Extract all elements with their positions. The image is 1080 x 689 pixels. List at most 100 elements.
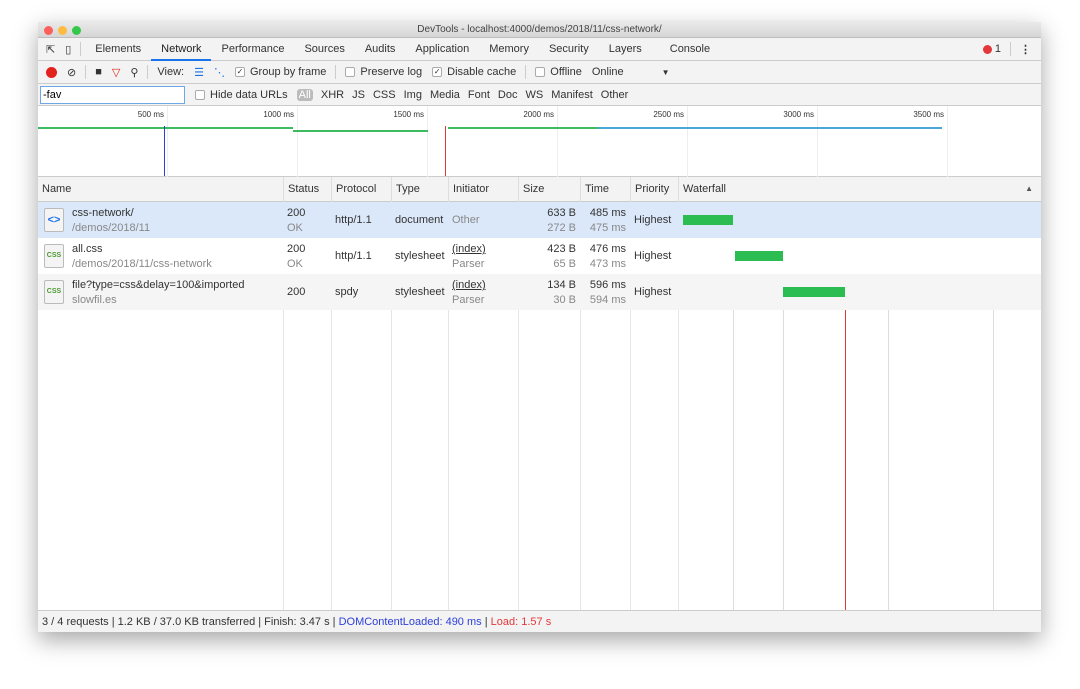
filter-type-doc[interactable]: Doc bbox=[498, 89, 518, 101]
name-cell: CSS all.css/demos/2018/11/css-network bbox=[38, 238, 283, 274]
group-by-frame-checkbox[interactable]: ✓ Group by frame bbox=[234, 66, 326, 78]
tab-memory[interactable]: Memory bbox=[479, 38, 539, 61]
filter-type-js[interactable]: JS bbox=[352, 89, 365, 101]
search-icon[interactable]: ⚲ bbox=[130, 66, 138, 79]
tab-network[interactable]: Network bbox=[151, 38, 212, 61]
inspect-element-icon[interactable]: ⇱ bbox=[46, 43, 55, 56]
size-resource: 65 B bbox=[553, 258, 576, 270]
tab-application[interactable]: Application bbox=[405, 38, 479, 61]
filter-type-img[interactable]: Img bbox=[404, 89, 422, 101]
tab-audits[interactable]: Audits bbox=[355, 38, 406, 61]
status-bar: 3 / 4 requests | 1.2 KB / 37.0 KB transf… bbox=[38, 610, 1041, 632]
sort-ascending-icon[interactable]: ▲ bbox=[1025, 184, 1033, 193]
capture-screenshots-icon[interactable]: ■ bbox=[95, 66, 102, 78]
chevron-down-icon: ▼ bbox=[661, 67, 670, 77]
overview-tick-label: 3000 ms bbox=[783, 110, 814, 119]
large-rows-icon[interactable]: ☰ bbox=[194, 66, 204, 79]
name-cell: CSS file?type=css&delay=100&imported slowf… bbox=[38, 274, 283, 310]
column-header-protocol[interactable]: Protocol bbox=[331, 177, 391, 202]
tab-console[interactable]: Console bbox=[660, 38, 720, 61]
overview-icon[interactable]: ⋱ bbox=[214, 66, 225, 79]
request-name[interactable]: css-network/ bbox=[72, 206, 279, 221]
priority-cell: Highest bbox=[634, 286, 672, 298]
tab-performance[interactable]: Performance bbox=[211, 38, 294, 61]
close-button[interactable] bbox=[44, 26, 53, 35]
devtools-window: DevTools - localhost:4000/demos/2018/11/… bbox=[38, 22, 1041, 632]
divider bbox=[147, 65, 149, 79]
table-row[interactable]: CSS file?type=css&delay=100&imported slowf… bbox=[38, 274, 1041, 310]
column-header-status[interactable]: Status bbox=[283, 177, 331, 202]
tab-sources[interactable]: Sources bbox=[294, 38, 354, 61]
hide-data-urls-checkbox[interactable]: Hide data URLs bbox=[195, 89, 288, 101]
filter-type-ws[interactable]: WS bbox=[525, 89, 543, 101]
filter-type-css[interactable]: CSS bbox=[373, 89, 396, 101]
overview-request-bar bbox=[448, 127, 598, 129]
overview-gridline bbox=[297, 106, 298, 177]
initiator-link[interactable]: (index) bbox=[452, 242, 514, 257]
filter-input[interactable] bbox=[40, 85, 185, 104]
protocol-cell: http/1.1 bbox=[335, 214, 372, 226]
status-cell: 200 bbox=[283, 274, 331, 310]
column-header-initiator[interactable]: Initiator bbox=[448, 177, 518, 202]
column-header-priority[interactable]: Priority bbox=[630, 177, 678, 202]
size-transferred: 423 B bbox=[547, 243, 576, 255]
error-counter[interactable]: 1 bbox=[982, 43, 1001, 55]
network-overview[interactable]: 500 ms 1000 ms 1500 ms 2000 ms 2500 ms 3000 m… bbox=[38, 106, 1041, 177]
overview-tick-label: 3500 ms bbox=[913, 110, 944, 119]
initiator-cell: (index) Parser bbox=[448, 274, 518, 310]
record-button[interactable] bbox=[46, 66, 57, 78]
column-header-size[interactable]: Size bbox=[518, 177, 580, 202]
overview-tick-label: 1500 ms bbox=[393, 110, 424, 119]
column-header-waterfall[interactable]: Waterfall bbox=[678, 177, 1041, 202]
panel-tabs: ⇱ ▯ Elements Network Performance Sources Aud… bbox=[38, 38, 1041, 61]
status-text: OK bbox=[287, 222, 303, 234]
view-label: View: bbox=[157, 66, 185, 78]
filter-type-font[interactable]: Font bbox=[468, 89, 490, 101]
more-menu-icon[interactable]: ⋮ bbox=[1020, 43, 1031, 56]
time-cell: 596 ms 594 ms bbox=[580, 274, 630, 310]
table-row[interactable]: <> css-network//demos/2018/11 200 OK http/1.… bbox=[38, 202, 1041, 238]
overview-request-bar bbox=[293, 130, 428, 132]
tab-elements[interactable]: Elements bbox=[85, 38, 151, 61]
filter-type-xhr[interactable]: XHR bbox=[321, 89, 344, 101]
clear-icon[interactable]: ⊘ bbox=[67, 66, 76, 79]
request-path: /demos/2018/11 bbox=[72, 222, 151, 234]
offline-checkbox[interactable]: Offline bbox=[535, 66, 582, 78]
request-name[interactable]: file?type=css&delay=100&imported bbox=[72, 278, 279, 293]
overview-request-bar bbox=[38, 127, 293, 129]
overview-tick-label: 2500 ms bbox=[653, 110, 684, 119]
table-header: Name Status Protocol Type Initiator Size Time P… bbox=[38, 177, 1041, 202]
tab-security[interactable]: Security bbox=[539, 38, 599, 61]
waterfall-bar[interactable] bbox=[735, 251, 783, 261]
window-title: DevTools - localhost:4000/demos/2018/11/… bbox=[417, 24, 662, 35]
column-header-time[interactable]: Time bbox=[580, 177, 630, 202]
filter-icon[interactable]: ▽ bbox=[112, 66, 120, 79]
name-cell: <> css-network//demos/2018/11 bbox=[38, 202, 283, 238]
filter-type-media[interactable]: Media bbox=[430, 89, 460, 101]
device-toolbar-icon[interactable]: ▯ bbox=[65, 43, 71, 56]
filter-type-all[interactable]: All bbox=[296, 88, 313, 101]
throttling-select[interactable]: Online ▼ bbox=[592, 66, 670, 78]
disable-cache-checkbox[interactable]: ✓ Disable cache bbox=[432, 66, 516, 78]
filter-type-other[interactable]: Other bbox=[601, 89, 629, 101]
status-code: 200 bbox=[287, 207, 306, 219]
waterfall-bar[interactable] bbox=[783, 287, 845, 297]
request-name[interactable]: all.css bbox=[72, 242, 279, 257]
overview-tick-label: 1000 ms bbox=[263, 110, 294, 119]
status-code: 200 bbox=[287, 243, 306, 255]
maximize-button[interactable] bbox=[72, 26, 81, 35]
overview-tick-label: 500 ms bbox=[137, 110, 164, 119]
size-cell: 633 B 272 B bbox=[518, 202, 580, 238]
column-header-name[interactable]: Name bbox=[38, 177, 283, 202]
filter-type-manifest[interactable]: Manifest bbox=[551, 89, 593, 101]
initiator-link[interactable]: (index) bbox=[452, 278, 514, 293]
table-row[interactable]: CSS all.css/demos/2018/11/css-network 200 O… bbox=[38, 238, 1041, 274]
overview-gridline bbox=[817, 106, 818, 177]
waterfall-bar[interactable] bbox=[683, 215, 733, 225]
size-cell: 134 B 30 B bbox=[518, 274, 580, 310]
overview-gridline bbox=[947, 106, 948, 177]
minimize-button[interactable] bbox=[58, 26, 67, 35]
tab-layers[interactable]: Layers bbox=[599, 38, 652, 61]
column-header-type[interactable]: Type bbox=[391, 177, 448, 202]
preserve-log-checkbox[interactable]: Preserve log bbox=[345, 66, 422, 78]
